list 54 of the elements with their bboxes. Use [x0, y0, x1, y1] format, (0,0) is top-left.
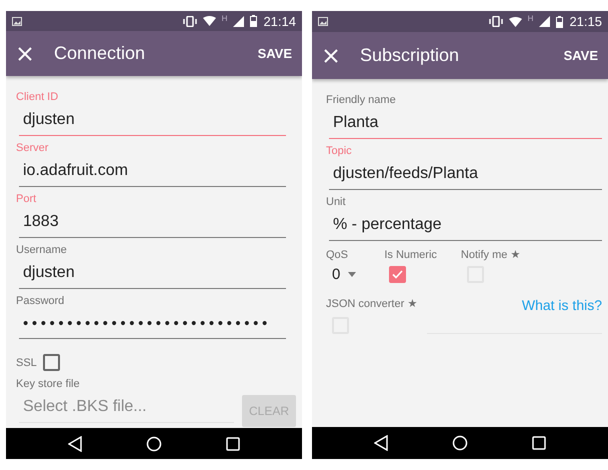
wifi-icon: [202, 16, 216, 26]
clock-time: 21:14: [263, 14, 296, 29]
clock-time: 21:15: [569, 14, 602, 29]
checkbox-label: Notify me ★: [460, 248, 520, 262]
field-label: Server: [16, 141, 50, 156]
checkbox-label: JSON converter ★: [326, 297, 418, 311]
text-field[interactable]: djusten/feeds/Planta: [329, 158, 602, 190]
caret-icon: [348, 272, 356, 277]
signal-icon: [539, 16, 550, 27]
checkbox[interactable]: [389, 266, 406, 283]
back-icon[interactable]: [374, 435, 388, 451]
field-label: QoS: [326, 248, 350, 262]
field-label: Topic: [326, 144, 353, 158]
save-button[interactable]: SAVE: [564, 48, 598, 63]
home-icon[interactable]: [146, 436, 162, 452]
field-label: Client ID: [16, 90, 60, 104]
check-icon: [392, 270, 404, 279]
close-icon[interactable]: [18, 46, 32, 61]
recents-icon[interactable]: [226, 436, 240, 451]
text-field[interactable]: 1883: [19, 206, 286, 238]
checkbox[interactable]: [42, 354, 60, 372]
qos-dropdown[interactable]: 0: [326, 266, 356, 283]
network-type-text: H: [222, 14, 228, 23]
checkbox-label: Is Numeric: [384, 248, 437, 262]
field-label: Unit: [326, 195, 347, 209]
back-icon[interactable]: [68, 436, 82, 452]
battery-icon: [250, 15, 258, 28]
field-label: Key store file: [16, 377, 81, 392]
image-icon: [318, 17, 328, 26]
vibrate-icon: [488, 16, 503, 27]
text-field[interactable]: % - percentage: [329, 209, 602, 241]
recents-icon[interactable]: [532, 436, 546, 450]
battery-icon: [556, 16, 564, 28]
screen-title: Subscription: [360, 45, 460, 66]
text-field[interactable]: djusten: [19, 104, 286, 136]
checkbox-label: SSL: [16, 356, 37, 370]
text-field[interactable]: Planta: [329, 107, 602, 139]
field-label: Friendly name: [326, 93, 397, 107]
field-label: Password: [16, 294, 66, 308]
home-icon[interactable]: [452, 435, 468, 451]
image-icon: [12, 16, 22, 26]
save-button[interactable]: SAVE: [258, 46, 292, 62]
network-type-text: H: [528, 14, 534, 23]
screen-title: Connection: [54, 43, 146, 64]
signal-icon: [233, 16, 244, 27]
file-field[interactable]: Select .BKS file...: [19, 391, 234, 424]
close-icon[interactable]: [324, 48, 338, 62]
text-field[interactable]: djusten: [19, 257, 286, 290]
text-field[interactable]: ••••••••••••••••••••••••••••: [19, 308, 286, 340]
field-label: Port: [16, 192, 38, 206]
vibrate-icon: [182, 16, 197, 27]
text-field[interactable]: io.adafruit.com: [19, 155, 286, 188]
wifi-icon: [508, 16, 522, 26]
field-label: Username: [16, 243, 68, 258]
